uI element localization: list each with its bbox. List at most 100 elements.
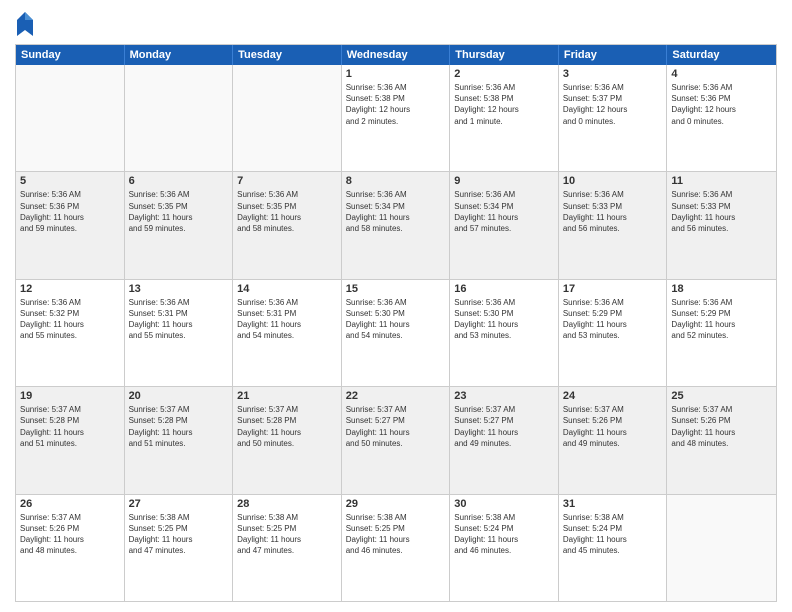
day-number: 21 (237, 390, 337, 402)
day-number: 16 (454, 283, 554, 295)
calendar-cell (667, 495, 776, 601)
calendar-header: SundayMondayTuesdayWednesdayThursdayFrid… (16, 45, 776, 65)
calendar-header-cell: Thursday (450, 45, 559, 65)
calendar-cell: 22 Sunrise: 5:37 AM Sunset: 5:27 PM Dayli… (342, 387, 451, 493)
calendar-cell (16, 65, 125, 171)
calendar-cell: 23 Sunrise: 5:37 AM Sunset: 5:27 PM Dayli… (450, 387, 559, 493)
calendar-cell: 9 Sunrise: 5:36 AM Sunset: 5:34 PM Daylig… (450, 172, 559, 278)
day-info: Sunrise: 5:37 AM Sunset: 5:26 PM Dayligh… (563, 404, 663, 449)
calendar-cell: 21 Sunrise: 5:37 AM Sunset: 5:28 PM Dayli… (233, 387, 342, 493)
calendar-header-cell: Monday (125, 45, 234, 65)
calendar: SundayMondayTuesdayWednesdayThursdayFrid… (15, 44, 777, 602)
day-number: 14 (237, 283, 337, 295)
day-number: 17 (563, 283, 663, 295)
day-info: Sunrise: 5:36 AM Sunset: 5:35 PM Dayligh… (129, 189, 229, 234)
day-number: 1 (346, 68, 446, 80)
day-info: Sunrise: 5:36 AM Sunset: 5:33 PM Dayligh… (563, 189, 663, 234)
calendar-cell: 30 Sunrise: 5:38 AM Sunset: 5:24 PM Dayli… (450, 495, 559, 601)
day-info: Sunrise: 5:36 AM Sunset: 5:32 PM Dayligh… (20, 297, 120, 342)
calendar-week: 12 Sunrise: 5:36 AM Sunset: 5:32 PM Dayli… (16, 280, 776, 387)
calendar-cell: 26 Sunrise: 5:37 AM Sunset: 5:26 PM Dayli… (16, 495, 125, 601)
calendar-header-cell: Tuesday (233, 45, 342, 65)
calendar-cell: 1Sunrise: 5:36 AM Sunset: 5:38 PM Daylig… (342, 65, 451, 171)
day-number: 13 (129, 283, 229, 295)
calendar-week: 26 Sunrise: 5:37 AM Sunset: 5:26 PM Dayli… (16, 495, 776, 601)
day-info: Sunrise: 5:37 AM Sunset: 5:28 PM Dayligh… (237, 404, 337, 449)
day-number: 20 (129, 390, 229, 402)
day-number: 5 (20, 175, 120, 187)
day-number: 4 (671, 68, 772, 80)
calendar-header-cell: Wednesday (342, 45, 451, 65)
day-number: 31 (563, 498, 663, 510)
day-info: Sunrise: 5:36 AM Sunset: 5:34 PM Dayligh… (346, 189, 446, 234)
logo-icon (15, 10, 35, 38)
day-number: 28 (237, 498, 337, 510)
calendar-cell: 4Sunrise: 5:36 AM Sunset: 5:36 PM Daylig… (667, 65, 776, 171)
calendar-cell: 16 Sunrise: 5:36 AM Sunset: 5:30 PM Dayli… (450, 280, 559, 386)
logo (15, 10, 39, 38)
calendar-cell: 7Sunrise: 5:36 AM Sunset: 5:35 PM Daylig… (233, 172, 342, 278)
day-number: 11 (671, 175, 772, 187)
day-number: 29 (346, 498, 446, 510)
calendar-week: 5 Sunrise: 5:36 AM Sunset: 5:36 PM Daylig… (16, 172, 776, 279)
calendar-cell: 20Sunrise: 5:37 AM Sunset: 5:28 PM Dayli… (125, 387, 234, 493)
day-number: 6 (129, 175, 229, 187)
calendar-cell: 11 Sunrise: 5:36 AM Sunset: 5:33 PM Dayli… (667, 172, 776, 278)
day-number: 15 (346, 283, 446, 295)
day-info: Sunrise: 5:37 AM Sunset: 5:27 PM Dayligh… (454, 404, 554, 449)
calendar-cell: 29Sunrise: 5:38 AM Sunset: 5:25 PM Dayli… (342, 495, 451, 601)
calendar-cell: 3 Sunrise: 5:36 AM Sunset: 5:37 PM Daylig… (559, 65, 668, 171)
calendar-cell: 28 Sunrise: 5:38 AM Sunset: 5:25 PM Dayli… (233, 495, 342, 601)
day-info: Sunrise: 5:36 AM Sunset: 5:37 PM Dayligh… (563, 82, 663, 127)
day-number: 22 (346, 390, 446, 402)
calendar-cell: 25 Sunrise: 5:37 AM Sunset: 5:26 PM Dayli… (667, 387, 776, 493)
day-number: 3 (563, 68, 663, 80)
calendar-cell: 19 Sunrise: 5:37 AM Sunset: 5:28 PM Dayli… (16, 387, 125, 493)
day-number: 24 (563, 390, 663, 402)
day-info: Sunrise: 5:37 AM Sunset: 5:28 PM Dayligh… (20, 404, 120, 449)
calendar-cell (233, 65, 342, 171)
calendar-cell: 15 Sunrise: 5:36 AM Sunset: 5:30 PM Dayli… (342, 280, 451, 386)
day-info: Sunrise: 5:36 AM Sunset: 5:31 PM Dayligh… (237, 297, 337, 342)
day-number: 2 (454, 68, 554, 80)
day-info: Sunrise: 5:36 AM Sunset: 5:33 PM Dayligh… (671, 189, 772, 234)
calendar-cell: 12 Sunrise: 5:36 AM Sunset: 5:32 PM Dayli… (16, 280, 125, 386)
calendar-week: 19 Sunrise: 5:37 AM Sunset: 5:28 PM Dayli… (16, 387, 776, 494)
calendar-cell: 8Sunrise: 5:36 AM Sunset: 5:34 PM Daylig… (342, 172, 451, 278)
calendar-header-cell: Sunday (16, 45, 125, 65)
calendar-cell: 10 Sunrise: 5:36 AM Sunset: 5:33 PM Dayli… (559, 172, 668, 278)
day-info: Sunrise: 5:37 AM Sunset: 5:26 PM Dayligh… (20, 512, 120, 557)
day-info: Sunrise: 5:38 AM Sunset: 5:24 PM Dayligh… (563, 512, 663, 557)
day-info: Sunrise: 5:37 AM Sunset: 5:27 PM Dayligh… (346, 404, 446, 449)
day-number: 18 (671, 283, 772, 295)
day-info: Sunrise: 5:38 AM Sunset: 5:24 PM Dayligh… (454, 512, 554, 557)
day-number: 25 (671, 390, 772, 402)
day-number: 23 (454, 390, 554, 402)
calendar-cell: 17Sunrise: 5:36 AM Sunset: 5:29 PM Dayli… (559, 280, 668, 386)
day-info: Sunrise: 5:36 AM Sunset: 5:38 PM Dayligh… (454, 82, 554, 127)
day-number: 12 (20, 283, 120, 295)
day-info: Sunrise: 5:36 AM Sunset: 5:36 PM Dayligh… (20, 189, 120, 234)
calendar-week: 1 Sunrise: 5:36 AM Sunset: 5:38 PM Daylig… (16, 65, 776, 172)
calendar-cell: 6 Sunrise: 5:36 AM Sunset: 5:35 PM Daylig… (125, 172, 234, 278)
day-info: Sunrise: 5:36 AM Sunset: 5:30 PM Dayligh… (346, 297, 446, 342)
day-info: Sunrise: 5:36 AM Sunset: 5:30 PM Dayligh… (454, 297, 554, 342)
day-number: 10 (563, 175, 663, 187)
calendar-header-cell: Friday (559, 45, 668, 65)
day-info: Sunrise: 5:38 AM Sunset: 5:25 PM Dayligh… (129, 512, 229, 557)
day-info: Sunrise: 5:37 AM Sunset: 5:26 PM Dayligh… (671, 404, 772, 449)
calendar-cell: 24 Sunrise: 5:37 AM Sunset: 5:26 PM Dayli… (559, 387, 668, 493)
calendar-cell: 5 Sunrise: 5:36 AM Sunset: 5:36 PM Daylig… (16, 172, 125, 278)
day-number: 26 (20, 498, 120, 510)
day-number: 7 (237, 175, 337, 187)
day-number: 30 (454, 498, 554, 510)
day-info: Sunrise: 5:38 AM Sunset: 5:25 PM Dayligh… (237, 512, 337, 557)
day-info: Sunrise: 5:36 AM Sunset: 5:34 PM Dayligh… (454, 189, 554, 234)
calendar-cell: 18Sunrise: 5:36 AM Sunset: 5:29 PM Dayli… (667, 280, 776, 386)
day-number: 9 (454, 175, 554, 187)
calendar-cell: 27Sunrise: 5:38 AM Sunset: 5:25 PM Dayli… (125, 495, 234, 601)
day-number: 19 (20, 390, 120, 402)
header (15, 10, 777, 38)
calendar-header-cell: Saturday (667, 45, 776, 65)
day-info: Sunrise: 5:36 AM Sunset: 5:31 PM Dayligh… (129, 297, 229, 342)
